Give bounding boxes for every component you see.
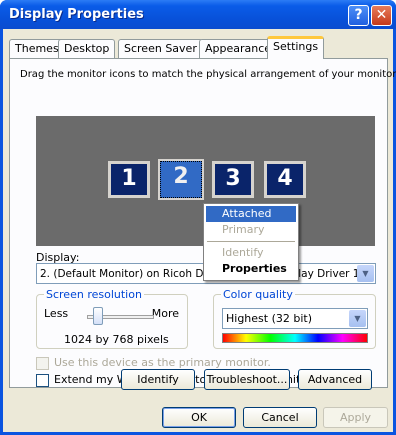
color-quality-group: Color quality Highest (32 bit) ▼ — [213, 288, 376, 349]
help-icon[interactable]: ? — [348, 5, 369, 26]
color-spectrum-bar — [222, 333, 368, 343]
window-title: Display Properties — [9, 7, 144, 22]
screen-resolution-title: Screen resolution — [44, 288, 144, 301]
display-properties-window: Display Properties ? ✕ Themes Desktop Sc… — [0, 0, 396, 435]
monitor-4[interactable]: 4 — [264, 161, 306, 198]
color-quality-select[interactable]: Highest (32 bit) ▼ — [222, 308, 368, 329]
tab-appearance[interactable]: Appearance — [199, 39, 278, 58]
cancel-button[interactable]: Cancel — [243, 407, 317, 428]
primary-monitor-label: Use this device as the primary monitor. — [54, 356, 271, 369]
monitor-2[interactable]: 2 — [158, 159, 204, 200]
extend-desktop-checkbox[interactable] — [36, 374, 49, 387]
close-icon[interactable]: ✕ — [371, 5, 392, 26]
chevron-down-icon[interactable]: ▼ — [357, 265, 374, 282]
resolution-more-label: More — [151, 307, 179, 320]
tab-screen-saver[interactable]: Screen Saver — [118, 39, 203, 58]
monitor-context-menu: Attached Primary Identify Properties — [203, 203, 299, 281]
tab-settings[interactable]: Settings — [267, 36, 325, 59]
title-bar[interactable]: Display Properties ? ✕ — [0, 0, 396, 29]
apply-button: Apply — [323, 407, 388, 428]
tab-desktop[interactable]: Desktop — [58, 39, 116, 58]
monitor-1[interactable]: 1 — [108, 161, 150, 198]
settings-panel: Drag the monitor icons to match the phys… — [9, 58, 396, 388]
primary-monitor-checkbox — [36, 357, 49, 370]
resolution-less-label: Less — [44, 307, 69, 320]
screen-resolution-group: Screen resolution Less More 1024 by 768 … — [36, 288, 188, 349]
advanced-button[interactable]: Advanced — [298, 369, 372, 390]
chevron-down-icon[interactable]: ▼ — [349, 310, 366, 327]
menu-item-identify: Identify — [222, 246, 264, 259]
color-quality-value: Highest (32 bit) — [226, 312, 313, 325]
ok-button[interactable]: OK — [162, 407, 236, 428]
dialog-body: Themes Desktop Screen Saver Appearance S… — [3, 29, 396, 432]
instruction-text: Drag the monitor icons to match the phys… — [20, 69, 396, 80]
troubleshoot-button[interactable]: Troubleshoot... — [204, 369, 290, 390]
resolution-value: 1024 by 768 pixels — [64, 333, 169, 346]
menu-separator — [207, 241, 295, 242]
menu-item-primary: Primary — [222, 223, 265, 236]
color-quality-title: Color quality — [221, 288, 295, 301]
resolution-slider-thumb[interactable] — [93, 307, 103, 325]
identify-button[interactable]: Identify — [121, 369, 195, 390]
tab-themes[interactable]: Themes — [9, 39, 65, 58]
display-select-value: 2. (Default Monitor) on Ricoh DPJ Second… — [40, 268, 360, 280]
menu-item-attached[interactable]: Attached — [206, 206, 296, 222]
monitor-3[interactable]: 3 — [212, 161, 254, 198]
menu-item-properties[interactable]: Properties — [206, 261, 296, 277]
